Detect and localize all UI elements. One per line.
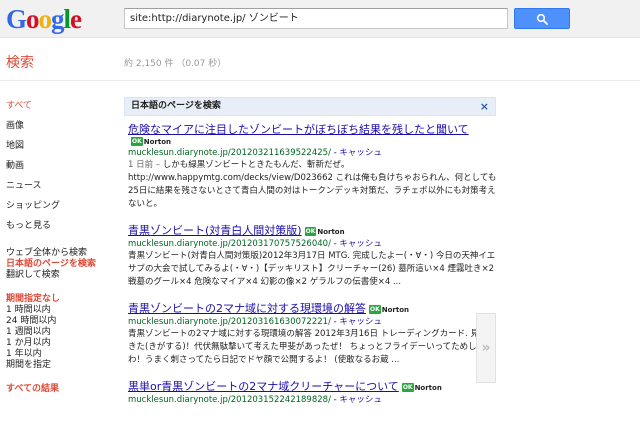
snippet-line: 青黒ゾンビートの2マナ域に対する現環境の解答 2012年3月16日 トレーディン… (128, 328, 498, 367)
result-title-link[interactable]: 青黒ゾンビートの2マナ域に対する現環境の解答 (128, 302, 366, 315)
norton-label: Norton (414, 383, 442, 392)
norton-safe-badge[interactable]: OK Norton (369, 305, 409, 314)
norton-label: Norton (381, 305, 410, 314)
nav-item-period[interactable]: 1 時間以内 (6, 305, 116, 316)
result-title-row: 青黒ゾンビートの2マナ域に対する現環境の解答 OK Norton (128, 301, 498, 316)
nav-item-type[interactable]: 地図 (6, 136, 116, 156)
result-title-row: 危険なマイアに注目したゾンビートがぼちぼち結果を残したと聞いて OK Norton (128, 122, 498, 147)
search-button[interactable] (514, 8, 570, 29)
snippet-text: http://www.happymtg.com/decks/view/D0236… (128, 173, 497, 209)
nav-item-type[interactable]: もっと見る (6, 216, 116, 236)
nav-item-period[interactable]: 1 週間以内 (6, 327, 116, 338)
result-url: mucklesun.diarynote.jp/20120317075752604… (128, 238, 498, 250)
result-title-link[interactable]: 青黒ゾンビート(対青白人間対策版) (128, 224, 302, 237)
norton-check-icon: OK (369, 305, 381, 314)
logo-letter: e (70, 4, 82, 34)
norton-check-icon: OK (131, 137, 143, 146)
result-snippet: 青黒ゾンビートの2マナ域に対する現環境の解答 2012年3月16日 トレーディン… (128, 328, 498, 367)
cache-link[interactable]: - キャッシュ (331, 317, 382, 327)
nav-results-header[interactable]: すべての結果 (6, 383, 116, 395)
snippet-line: http://www.happymtg.com/decks/view/D0236… (128, 172, 498, 211)
search-results: 危険なマイアに注目したゾンビートがぼちぼち結果を残したと聞いて OK Norton m… (128, 122, 498, 406)
search-result: 黒単or青黒ゾンビートの2マナ域クリーチャーについて OK Norton muckle… (128, 379, 498, 406)
norton-label: Norton (143, 137, 172, 146)
left-navigation: すべて 画像 地図 動画 ニュース ショッピング もっと見るウェブ全体から検索 日本語のページ… (6, 96, 116, 395)
nav-period-header[interactable]: 期間指定なし (6, 293, 116, 305)
result-title-link[interactable]: 危険なマイアに注目したゾンビートがぼちぼち結果を残したと聞いて (128, 123, 469, 136)
nav-item-period[interactable]: 期間を指定 (6, 360, 116, 371)
snippet-text: 青黒ゾンビートの2マナ域に対する現環境の解答 2012年3月16日 トレーディン… (128, 329, 496, 365)
result-stats: 約 2,150 件 （0.07 秒） (124, 59, 227, 69)
result-url-text: mucklesun.diarynote.jp/20120317075752604… (128, 239, 331, 249)
language-filter-label: 日本語のページを検索 (131, 101, 221, 111)
result-url-text: mucklesun.diarynote.jp/20120315224218982… (128, 395, 331, 405)
logo-letter: G (6, 4, 27, 34)
search-input[interactable]: site:http://diarynote.jp/ ゾンビート (124, 8, 508, 29)
nav-item-period[interactable]: 1 年以内 (6, 349, 116, 360)
norton-check-icon: OK (401, 383, 414, 392)
language-filter-banner: 日本語のページを検索 × (124, 97, 496, 116)
nav-item-language[interactable]: ウェブ全体から検索 (6, 248, 116, 259)
nav-item-period[interactable]: 24 時間以内 (6, 316, 116, 327)
result-url: mucklesun.diarynote.jp/20120316163007222… (128, 316, 498, 328)
search-result: 青黒ゾンビートの2マナ域に対する現環境の解答 OK Norton mucklesun.… (128, 301, 498, 367)
cache-link[interactable]: - キャッシュ (331, 148, 382, 158)
magnifier-icon (536, 13, 548, 25)
close-icon[interactable]: × (480, 98, 489, 115)
norton-check-icon: OK (304, 227, 317, 236)
cache-link[interactable]: - キャッシュ (331, 395, 382, 405)
search-result: 危険なマイアに注目したゾンビートがぼちぼち結果を残したと聞いて OK Norton m… (128, 122, 498, 211)
result-snippet: 1 日前 – しかも緑黒ゾンビートときたもんだ、斬新だぜ。 http://www.… (128, 159, 498, 211)
snippet-text: 青黒ゾンビート(対青白人間対策版)2012年3月17日 MTG. 完成したよー(… (128, 251, 496, 287)
result-url: mucklesun.diarynote.jp/20120315224218982… (128, 394, 498, 406)
result-url-text: mucklesun.diarynote.jp/20120316163007222… (128, 317, 331, 327)
result-snippet: 青黒ゾンビート(対青白人間対策版)2012年3月17日 MTG. 完成したよー(… (128, 250, 498, 289)
result-title-link[interactable]: 黒単or青黒ゾンビートの2マナ域クリーチャーについて (128, 380, 399, 393)
norton-safe-badge[interactable]: OK Norton (304, 227, 345, 236)
result-title-row: 黒単or青黒ゾンビートの2マナ域クリーチャーについて OK Norton (128, 379, 498, 394)
search-section-label: 検索 (6, 55, 34, 71)
nav-item-period[interactable]: 1 か月以内 (6, 338, 116, 349)
nav-item-language[interactable]: 日本語のページを検索 (6, 259, 116, 270)
nav-item-type[interactable]: ニュース (6, 176, 116, 196)
instant-preview-arrow[interactable]: » (476, 313, 496, 383)
nav-item-language[interactable]: 翻訳して検索 (6, 270, 116, 281)
cache-link[interactable]: - キャッシュ (331, 239, 382, 249)
search-result: 青黒ゾンビート(対青白人間対策版) OK Norton mucklesun.diary… (128, 223, 498, 289)
snippet-text: しかも緑黒ゾンビートときたもんだ、斬新だぜ。 (162, 160, 350, 170)
nav-item-type[interactable]: 画像 (6, 116, 116, 136)
search-query: site:http://diarynote.jp/ ゾンビート (130, 13, 299, 24)
results-info-bar: 検索 約 2,150 件 （0.07 秒） (0, 39, 640, 81)
snippet-line: 青黒ゾンビート(対青白人間対策版)2012年3月17日 MTG. 完成したよー(… (128, 250, 498, 289)
snippet-date: 1 日前 – (128, 160, 163, 170)
nav-item-type[interactable]: ショッピング (6, 196, 116, 216)
double-chevron-right-icon: » (481, 340, 491, 356)
result-title-row: 青黒ゾンビート(対青白人間対策版) OK Norton (128, 223, 498, 238)
logo-letter: g (51, 4, 64, 34)
norton-safe-badge[interactable]: OK Norton (401, 383, 442, 392)
logo-letter: o (38, 4, 52, 34)
norton-safe-badge[interactable]: OK Norton (131, 137, 171, 146)
nav-item-type[interactable]: すべて (6, 96, 116, 116)
google-logo[interactable]: Google (6, 4, 82, 34)
logo-letter: o (26, 4, 39, 34)
norton-label: Norton (317, 227, 345, 236)
result-url: mucklesun.diarynote.jp/20120321163952242… (128, 147, 498, 159)
snippet-line: 1 日前 – しかも緑黒ゾンビートときたもんだ、斬新だぜ。 (128, 159, 498, 172)
header-bar: Google site:http://diarynote.jp/ ゾンビート (0, 0, 640, 38)
result-url-text: mucklesun.diarynote.jp/20120321163952242… (128, 148, 331, 158)
nav-item-type[interactable]: 動画 (6, 156, 116, 176)
